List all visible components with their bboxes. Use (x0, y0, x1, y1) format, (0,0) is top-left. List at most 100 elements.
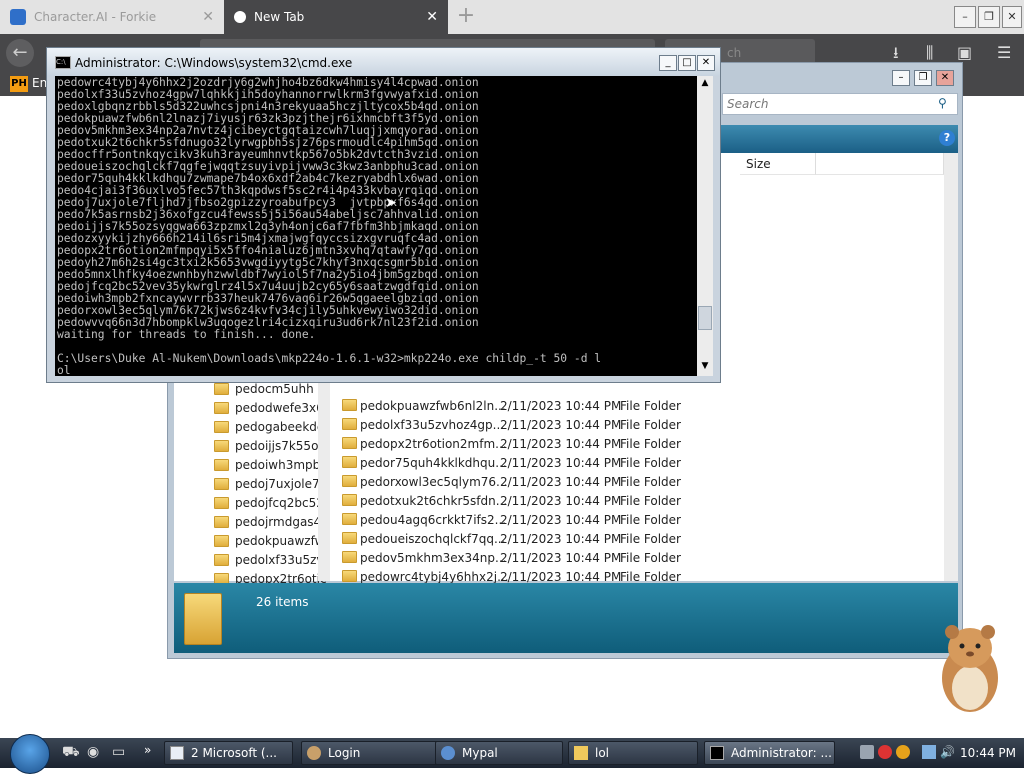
new-tab-button[interactable]: + (454, 5, 478, 29)
scrollbar[interactable] (944, 153, 958, 581)
cmd-icon (710, 746, 724, 760)
folder-icon (184, 593, 222, 645)
file-row[interactable]: pedolxf33u5zvhoz4gp... 2/11/2023 10:44 PM… (342, 416, 942, 435)
console-prompt: C:\Users\Duke Al-Nukem\Downloads\mkp224o… (57, 352, 602, 365)
sidebar-icon[interactable]: ▣ (957, 43, 972, 63)
search-icon[interactable] (896, 745, 910, 759)
console-line: ol (57, 364, 71, 377)
download-icon[interactable]: ⭳ (893, 43, 899, 63)
folder-icon (574, 746, 588, 760)
folder-icon (342, 437, 357, 449)
column-header-size[interactable]: Size (740, 153, 816, 175)
file-row[interactable]: pedotxuk2t6chkr5sfdn... 2/11/2023 10:44 P… (342, 492, 942, 511)
folder-icon (214, 401, 229, 414)
tab-label: New Tab (254, 10, 305, 24)
bookmark-label[interactable]: En (32, 76, 47, 90)
character-ai-icon (10, 9, 26, 25)
column-header[interactable] (816, 153, 944, 175)
maximize-button[interactable]: □ (678, 55, 696, 71)
close-button[interactable]: ✕ (1002, 6, 1022, 28)
file-row[interactable]: pedopx2tr6otion2mfm... 2/11/2023 10:44 PM… (342, 435, 942, 454)
taskbar: ⛟ ◉ ▭ » 2 Microsoft (... Login Mypal lol… (0, 734, 1024, 774)
scroll-up-icon[interactable]: ▲ (698, 78, 712, 88)
security-icon[interactable] (878, 745, 892, 759)
folder-icon (342, 456, 357, 468)
folder-icon (214, 420, 229, 433)
window-stack-icon (170, 746, 184, 760)
search-icon[interactable]: ⚲ (938, 96, 947, 110)
tab-label: Character.AI - Forkie (34, 10, 157, 24)
show-desktop-icon[interactable]: ⛟ (62, 744, 80, 762)
maximize-button[interactable]: ❐ (914, 70, 932, 86)
folder-icon (342, 570, 357, 582)
close-icon[interactable]: ✕ (202, 9, 214, 25)
taskbar-button[interactable]: Login (301, 741, 439, 765)
menu-icon[interactable]: ☰ (997, 43, 1011, 63)
close-icon[interactable]: ✕ (426, 9, 438, 25)
item-count: 26 items (256, 595, 309, 609)
taskbar-button-active[interactable]: Administrator: ... (704, 741, 835, 765)
cmd-scrollbar[interactable]: ▲ ▼ (697, 76, 713, 376)
folder-icon (342, 475, 357, 487)
file-row[interactable]: pedoueiszochqlckf7qq... 2/11/2023 10:44 P… (342, 530, 942, 549)
mouse-cursor-icon: ➤ (385, 195, 397, 211)
tree-scrollbar[interactable] (318, 379, 330, 581)
tree-item[interactable]: pedojrmdgas4 (214, 512, 326, 531)
folder-icon (214, 496, 229, 509)
clock[interactable]: 10:44 PM (960, 746, 1016, 760)
start-button[interactable] (10, 734, 50, 774)
console-output[interactable]: pedowrc4tybj4y6hhx2j2ozdrjy6g2whjho4bz6d… (55, 76, 697, 376)
browser-icon (441, 746, 455, 760)
tree-item[interactable]: pedodwefe3x6 (214, 398, 326, 417)
tree-item[interactable]: pedolxf33u5zvl (214, 550, 326, 569)
file-row[interactable]: pedou4agq6crkkt7ifs2... 2/11/2023 10:44 P… (342, 511, 942, 530)
tree-item[interactable]: pedoijjs7k55oz (214, 436, 326, 455)
tree-item[interactable]: pedoj7uxjole7f (214, 474, 326, 493)
taskbar-button[interactable]: lol (568, 741, 698, 765)
back-button[interactable]: ← (6, 39, 34, 67)
minimize-button[interactable]: – (954, 6, 976, 28)
explorer-search-input[interactable]: Search (722, 93, 958, 115)
settings-icon (234, 11, 246, 23)
chevron-right-icon[interactable]: » (144, 743, 151, 757)
display-icon[interactable] (922, 745, 936, 759)
browser-icon[interactable]: ◉ (87, 744, 99, 760)
folder-icon (342, 418, 357, 430)
details-pane: 26 items (174, 583, 958, 653)
window-title: Administrator: C:\Windows\system32\cmd.e… (75, 56, 353, 70)
monitor-icon[interactable]: ▭ (112, 744, 125, 760)
folder-icon (214, 515, 229, 528)
taskbar-button[interactable]: Mypal (435, 741, 563, 765)
maximize-button[interactable]: ❐ (978, 6, 1000, 28)
tab-new-tab[interactable]: New Tab ✕ (224, 0, 448, 34)
file-row[interactable]: pedorxowl3ec5qlym76... 2/11/2023 10:44 PM… (342, 473, 942, 492)
file-row[interactable]: pedov5mkhm3ex34np... 2/11/2023 10:44 PM Fi… (342, 549, 942, 568)
tree-item[interactable]: pedokpuawzfw (214, 531, 326, 550)
user-icon (307, 746, 321, 760)
folder-icon (342, 513, 357, 525)
folder-icon (342, 532, 357, 544)
scroll-thumb[interactable] (698, 306, 712, 330)
file-row[interactable]: pedor75quh4kklkdhqu... 2/11/2023 10:44 PM… (342, 454, 942, 473)
tab-character-ai[interactable]: Character.AI - Forkie ✕ (0, 0, 224, 34)
folder-icon (214, 382, 229, 395)
console-line: waiting for threads to finish... done. (57, 328, 316, 341)
minimize-button[interactable]: _ (659, 55, 677, 71)
close-button[interactable]: ✕ (936, 70, 954, 86)
help-icon[interactable]: ? (939, 130, 955, 146)
folder-icon (214, 439, 229, 452)
library-icon[interactable]: ⫼ (926, 43, 933, 63)
network-icon[interactable] (860, 745, 874, 759)
tree-item[interactable]: pedogabeekdc (214, 417, 326, 436)
folder-icon (214, 553, 229, 566)
file-row[interactable]: pedokpuawzfwb6nl2ln... 2/11/2023 10:44 PM… (342, 397, 942, 416)
cmd-titlebar[interactable]: C:\ Administrator: C:\Windows\system32\c… (47, 48, 720, 76)
minimize-button[interactable]: – (892, 70, 910, 86)
volume-icon[interactable]: 🔊 (940, 745, 955, 759)
folder-icon (214, 458, 229, 471)
tree-item[interactable]: pedoiwh3mpb (214, 455, 326, 474)
tree-item[interactable]: pedojfcq2bc52 (214, 493, 326, 512)
taskbar-button[interactable]: 2 Microsoft (... (164, 741, 293, 765)
scroll-down-icon[interactable]: ▼ (698, 361, 712, 371)
close-button[interactable]: ✕ (697, 55, 715, 71)
